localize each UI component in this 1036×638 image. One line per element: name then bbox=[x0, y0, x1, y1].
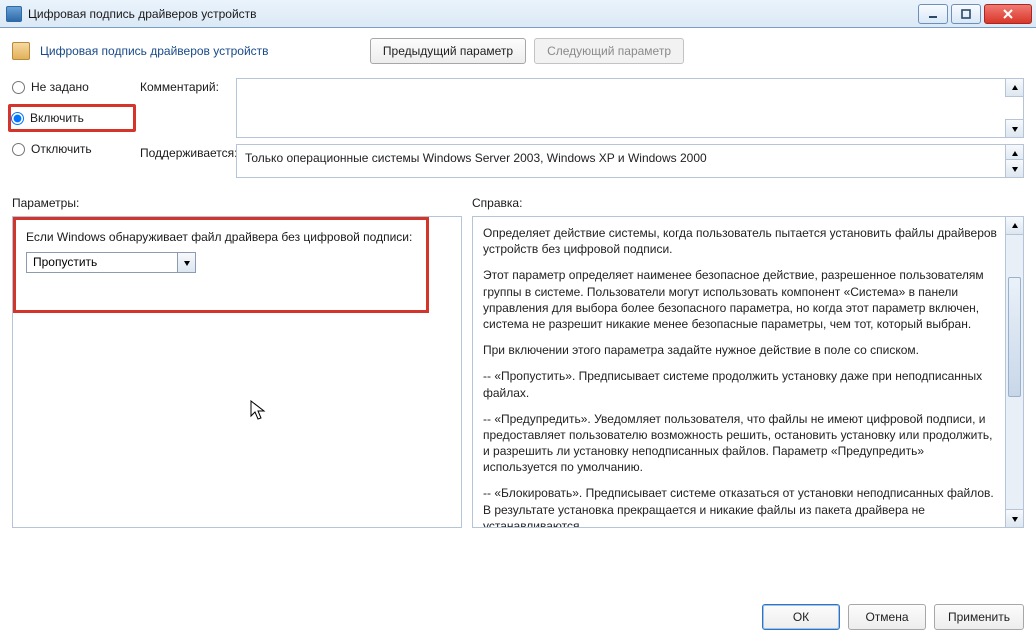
footer-buttons: ОК Отмена Применить bbox=[762, 604, 1024, 630]
mid-grid: Не задано Включить Отключить Комментарий… bbox=[12, 78, 1024, 184]
parameters-prompt: Если Windows обнаруживает файл драйвера … bbox=[26, 230, 416, 244]
next-setting-button[interactable]: Следующий параметр bbox=[534, 38, 684, 64]
parameters-highlight: Если Windows обнаруживает файл драйвера … bbox=[13, 217, 429, 313]
help-scrollbar[interactable] bbox=[1005, 217, 1023, 527]
help-scroll-thumb[interactable] bbox=[1008, 277, 1021, 397]
help-heading: Справка: bbox=[472, 196, 1024, 210]
comment-textarea[interactable] bbox=[236, 78, 1024, 138]
supported-label: Поддерживается: bbox=[140, 144, 230, 160]
supported-scroll-down[interactable] bbox=[1005, 159, 1023, 177]
policy-title: Цифровая подпись драйверов устройств bbox=[40, 44, 269, 58]
window-buttons bbox=[918, 4, 1032, 24]
comment-scroll-up[interactable] bbox=[1005, 79, 1023, 97]
radio-not-configured-label: Не задано bbox=[31, 80, 89, 94]
radio-disabled[interactable]: Отключить bbox=[12, 142, 134, 156]
state-radios: Не задано Включить Отключить bbox=[12, 78, 134, 156]
help-scroll-down[interactable] bbox=[1006, 509, 1023, 527]
radio-disabled-input[interactable] bbox=[12, 143, 25, 156]
header-row: Цифровая подпись драйверов устройств Пре… bbox=[12, 38, 1024, 64]
nav-buttons: Предыдущий параметр Следующий параметр bbox=[370, 38, 684, 64]
supported-on-box: Только операционные системы Windows Serv… bbox=[236, 144, 1024, 178]
minimize-button[interactable] bbox=[918, 4, 948, 24]
help-p3: При включении этого параметра задайте ну… bbox=[483, 342, 999, 358]
lower-area: Параметры: Если Windows обнаруживает фай… bbox=[12, 196, 1024, 540]
maximize-button[interactable] bbox=[951, 4, 981, 24]
radio-not-configured[interactable]: Не задано bbox=[12, 80, 134, 94]
radio-enabled-highlight: Включить bbox=[8, 104, 136, 132]
help-scroll-up[interactable] bbox=[1006, 217, 1023, 235]
action-combobox-value: Пропустить bbox=[27, 253, 177, 272]
radio-not-configured-input[interactable] bbox=[12, 81, 25, 94]
content: Цифровая подпись драйверов устройств Пре… bbox=[0, 28, 1036, 638]
chevron-down-icon[interactable] bbox=[177, 253, 195, 272]
policy-icon bbox=[12, 42, 30, 60]
parameters-heading: Параметры: bbox=[12, 196, 462, 210]
window-title: Цифровая подпись драйверов устройств bbox=[28, 7, 918, 21]
parameters-panel: Если Windows обнаруживает файл драйвера … bbox=[12, 216, 462, 528]
titlebar: Цифровая подпись драйверов устройств bbox=[0, 0, 1036, 28]
previous-setting-button[interactable]: Предыдущий параметр bbox=[370, 38, 526, 64]
radio-enabled-input[interactable] bbox=[11, 112, 24, 125]
help-p4: -- «Пропустить». Предписывает системе пр… bbox=[483, 368, 999, 400]
help-p6: -- «Блокировать». Предписывает системе о… bbox=[483, 485, 999, 528]
comment-scroll-down[interactable] bbox=[1005, 119, 1023, 137]
comment-label: Комментарий: bbox=[140, 78, 230, 94]
parameters-column: Параметры: Если Windows обнаруживает фай… bbox=[12, 196, 462, 540]
help-p5: -- «Предупредить». Уведомляет пользовате… bbox=[483, 411, 999, 476]
app-icon bbox=[6, 6, 22, 22]
help-panel: Определяет действие системы, когда польз… bbox=[472, 216, 1024, 528]
radio-enabled[interactable]: Включить bbox=[11, 111, 127, 125]
close-button[interactable] bbox=[984, 4, 1032, 24]
help-column: Справка: Определяет действие системы, ко… bbox=[472, 196, 1024, 540]
ok-button[interactable]: ОК bbox=[762, 604, 840, 630]
apply-button[interactable]: Применить bbox=[934, 604, 1024, 630]
help-p1: Определяет действие системы, когда польз… bbox=[483, 225, 999, 257]
cancel-button[interactable]: Отмена bbox=[848, 604, 926, 630]
supported-on-text: Только операционные системы Windows Serv… bbox=[245, 151, 707, 165]
action-combobox[interactable]: Пропустить bbox=[26, 252, 196, 273]
radio-disabled-label: Отключить bbox=[31, 142, 92, 156]
help-p2: Этот параметр определяет наименее безопа… bbox=[483, 267, 999, 332]
radio-enabled-label: Включить bbox=[30, 111, 84, 125]
